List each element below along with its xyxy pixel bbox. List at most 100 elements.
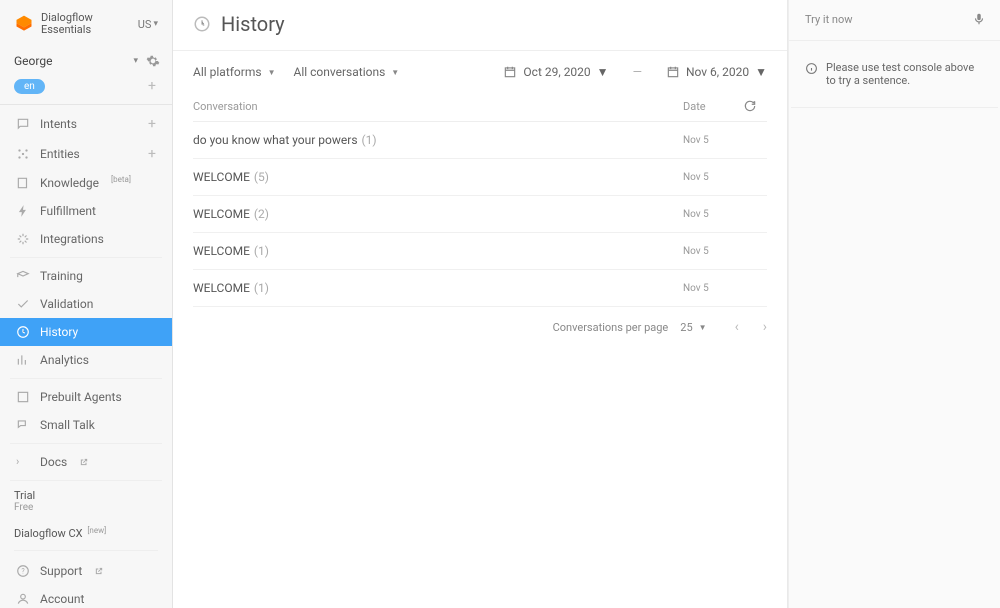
- row-date: Nov 5: [683, 209, 743, 220]
- table-row[interactable]: WELCOME (1) Nov 5: [193, 270, 767, 307]
- try-it-input[interactable]: Try it now: [805, 13, 853, 26]
- pager-label: Conversations per page: [553, 321, 669, 334]
- sidebar-label: Fulfillment: [40, 204, 96, 218]
- sidebar-item-entities[interactable]: Entities +: [10, 139, 162, 169]
- next-page-button[interactable]: ›: [763, 319, 767, 335]
- sidebar-item-prebuilt[interactable]: Prebuilt Agents: [10, 383, 162, 411]
- sidebar-item-integrations[interactable]: Integrations: [10, 225, 162, 253]
- date-to-filter[interactable]: Nov 6, 2020 ▼: [666, 65, 767, 79]
- col-date: Date: [683, 100, 743, 113]
- page-size-select[interactable]: 25 ▼: [680, 321, 706, 334]
- table-row[interactable]: WELCOME (5) Nov 5: [193, 159, 767, 196]
- new-badge: [new]: [87, 526, 106, 535]
- conversation-count: (2): [254, 207, 269, 221]
- table-row[interactable]: do you know what your powers(1)Nov 5: [193, 122, 767, 159]
- sidebar-item-training[interactable]: Training: [10, 262, 162, 290]
- agent-name[interactable]: George: [14, 54, 52, 68]
- sidebar-label: Intents: [40, 117, 77, 131]
- table-header: Conversation Date: [193, 89, 767, 122]
- external-link-icon: [95, 567, 103, 575]
- analytics-icon: [16, 353, 30, 367]
- filter-bar: All platforms ▼ All conversations ▼ Oct …: [173, 51, 787, 89]
- help-icon: ?: [16, 564, 30, 578]
- conversation-text: WELCOME: [193, 170, 250, 184]
- table-row[interactable]: WELCOME(1)Nov 5: [193, 233, 767, 270]
- brand-line2: Essentials: [41, 24, 93, 36]
- dialogflow-logo-icon: [14, 14, 34, 34]
- table-row[interactable]: WELCOME (2) Nov 5: [193, 196, 767, 233]
- refresh-icon[interactable]: [743, 99, 757, 113]
- platforms-filter[interactable]: All platforms ▼: [193, 65, 275, 79]
- chat-icon: [16, 117, 30, 131]
- sidebar-label: Training: [40, 269, 83, 283]
- external-link-icon: [80, 458, 88, 466]
- sidebar-item-intents[interactable]: Intents +: [10, 109, 162, 139]
- row-date: Nov 5: [683, 172, 743, 183]
- conversation-text: WELCOME: [193, 244, 250, 258]
- conversation-text: WELCOME: [193, 207, 250, 221]
- date-from-label: Oct 29, 2020: [523, 65, 590, 79]
- sidebar-item-docs[interactable]: › Docs: [10, 448, 162, 476]
- sidebar-item-knowledge[interactable]: Knowledge [beta]: [10, 169, 162, 197]
- sidebar-label: Prebuilt Agents: [40, 390, 122, 404]
- sidebar-label: Small Talk: [40, 418, 95, 432]
- sidebar-label: Knowledge: [40, 176, 99, 190]
- mic-icon: [972, 12, 986, 26]
- gear-icon[interactable]: [146, 54, 160, 68]
- date-separator: —: [633, 65, 642, 79]
- calendar-icon: [666, 65, 680, 79]
- caret-down-icon: ▼: [268, 68, 276, 77]
- sidebar-item-fulfillment[interactable]: Fulfillment: [10, 197, 162, 225]
- row-date: Nov 5: [683, 283, 743, 294]
- conversation-text: WELCOME: [193, 281, 250, 295]
- date-to-label: Nov 6, 2020: [686, 65, 749, 79]
- sidebar-label: Docs: [40, 455, 67, 469]
- conversation-text: do you know what your powers: [193, 133, 358, 147]
- mic-button[interactable]: [972, 12, 986, 26]
- add-intent-icon[interactable]: +: [148, 116, 156, 132]
- locale-label: US: [138, 18, 152, 31]
- history-table: Conversation Date do you know what your …: [173, 89, 787, 307]
- agent-selector-row: George ▾: [0, 46, 172, 74]
- trial-sublabel: Free: [14, 502, 158, 513]
- date-from-filter[interactable]: Oct 29, 2020 ▼: [503, 65, 608, 79]
- add-entity-icon[interactable]: +: [148, 146, 156, 162]
- conversation-count: (1): [254, 281, 269, 295]
- prev-page-button[interactable]: ‹: [735, 319, 739, 335]
- hint-text: Please use test console above to try a s…: [826, 61, 984, 87]
- beta-badge: [beta]: [111, 175, 131, 184]
- sidebar-label: Support: [40, 564, 82, 578]
- conversation-count: (1): [254, 244, 269, 258]
- sidebar-item-support[interactable]: ? Support: [10, 557, 162, 585]
- language-pill[interactable]: en: [14, 79, 45, 94]
- caret-down-icon: ▼: [699, 323, 707, 332]
- sidebar-item-analytics[interactable]: Analytics: [10, 346, 162, 374]
- entities-icon: [16, 147, 30, 161]
- sidebar-label: Validation: [40, 297, 93, 311]
- dialogflow-cx-link[interactable]: Dialogflow CX [new]: [14, 527, 158, 551]
- sidebar-item-account[interactable]: Account: [10, 585, 162, 608]
- sidebar-item-smalltalk[interactable]: Small Talk: [10, 411, 162, 439]
- conversation-count: (1): [362, 133, 377, 147]
- locale-selector[interactable]: US ▾: [138, 18, 158, 31]
- conversation-count: (5): [254, 170, 269, 184]
- language-row: en +: [0, 74, 172, 105]
- conversations-filter[interactable]: All conversations ▼: [293, 65, 399, 79]
- sidebar-item-validation[interactable]: Validation: [10, 290, 162, 318]
- account-icon: [16, 592, 30, 606]
- check-icon: [16, 297, 30, 311]
- try-it-hint: Please use test console above to try a s…: [791, 41, 998, 108]
- add-language-button[interactable]: +: [148, 78, 156, 94]
- svg-text:?: ?: [21, 568, 25, 576]
- sidebar-item-history[interactable]: History: [0, 318, 172, 346]
- pagination: Conversations per page 25 ▼ ‹ ›: [173, 307, 787, 347]
- brand-text: Dialogflow Essentials: [41, 12, 93, 36]
- bolt-icon: [16, 204, 30, 218]
- sidebar-label: History: [40, 325, 78, 339]
- sidebar-label: Entities: [40, 147, 80, 161]
- prebuilt-icon: [16, 390, 30, 404]
- filter-label: All conversations: [293, 65, 385, 79]
- calendar-icon: [503, 65, 517, 79]
- agent-caret-icon[interactable]: ▾: [133, 56, 138, 66]
- main-content: History All platforms ▼ All conversation…: [173, 0, 788, 608]
